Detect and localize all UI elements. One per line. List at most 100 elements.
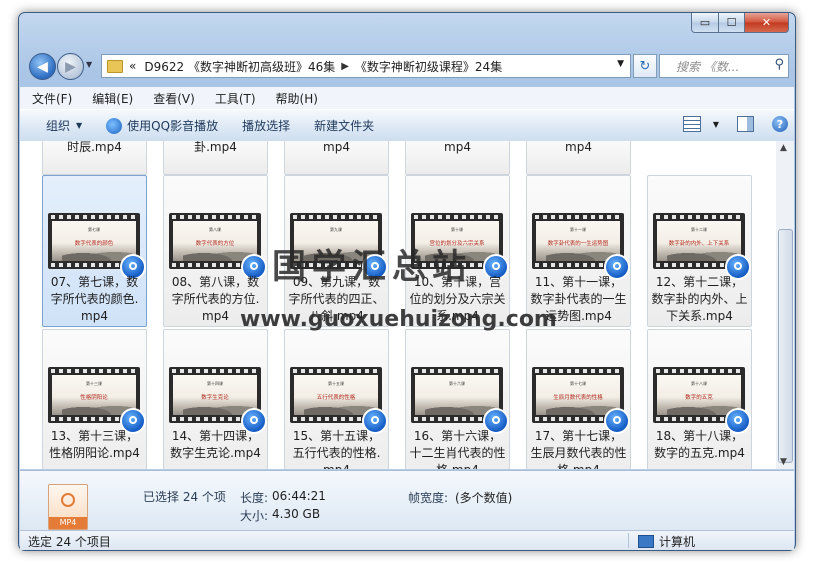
file-name: 时辰.mp4: [67, 141, 122, 154]
address-bar[interactable]: « D9622 《数字神断初高级班》46集 ▶ 《数字神断初级课程》24集 ▼: [101, 54, 631, 78]
video-frame: 第十三课 性格阴阳论: [52, 375, 136, 415]
scroll-down-icon[interactable]: ▼: [780, 457, 787, 467]
scrollbar-thumb[interactable]: [778, 229, 793, 463]
play-with-qq-button[interactable]: 使用QQ影音播放: [94, 117, 230, 134]
frame-width-value: (多个数值): [455, 491, 513, 505]
preview-pane-icon[interactable]: [737, 116, 754, 132]
play-with-qq-label: 使用QQ影音播放: [127, 119, 219, 133]
file-tile[interactable]: 第十五课五行代表的性格 15、第十五课，五行代表的性格.mp4: [284, 329, 389, 469]
frame-title: 数字代表的颜色: [74, 241, 114, 247]
frame-title: 性格阴阳论: [80, 395, 108, 401]
new-folder-button[interactable]: 新建文件夹: [302, 117, 386, 134]
back-arrow-icon: ◀: [37, 58, 48, 75]
frame-lesson: 第十课: [451, 227, 463, 232]
status-selection-text: 选定 24 个项目: [28, 535, 111, 549]
file-name: 07、第七课，数字所代表的颜色.mp4: [50, 275, 139, 323]
frame-lesson: 第七课: [88, 227, 100, 232]
frame-title: 数字的五克: [685, 395, 713, 401]
file-name: 18、第十八课，数字的五克.mp4: [654, 429, 745, 460]
scroll-up-icon[interactable]: ▲: [780, 143, 787, 153]
view-dropdown-icon[interactable]: ▼: [713, 120, 719, 129]
file-tile-partial[interactable]: mp4: [405, 141, 510, 175]
file-tile[interactable]: 第十六课 16、第十六课，十二生肖代表的性格.mp4: [405, 329, 510, 469]
status-divider: [628, 533, 629, 548]
video-frame: 第十五课 五行代表的性格: [294, 375, 378, 415]
menu-view[interactable]: 查看(V): [141, 90, 203, 107]
film-perforation: [656, 369, 742, 373]
file-tile-partial[interactable]: 时辰.mp4: [42, 141, 147, 175]
search-icon[interactable]: ⚲: [774, 57, 784, 72]
film-perforation: [535, 215, 621, 219]
length-label: 长度:: [240, 491, 269, 505]
film-perforation: [293, 369, 379, 373]
video-frame: 第十一课 数字卦代表的一生运势图: [536, 221, 620, 261]
organize-label: 组织: [46, 119, 71, 133]
file-tile-partial[interactable]: 卦.mp4: [163, 141, 268, 175]
menu-help[interactable]: 帮助(H): [264, 90, 326, 107]
frame-title: 数字卦的内外、上下关系: [668, 241, 730, 247]
file-tile[interactable]: 第十七课生辰月数代表的性格 17、第十七课，生辰月数代表的性格.mp4: [526, 329, 631, 469]
file-tile-partial[interactable]: mp4: [284, 141, 389, 175]
menu-edit[interactable]: 编辑(E): [80, 90, 141, 107]
minimize-button[interactable]: ▭: [691, 13, 719, 33]
status-location: 计算机: [638, 533, 695, 550]
file-tile-partial[interactable]: mp4: [526, 141, 631, 175]
file-tile[interactable]: 第十三课性格阴阳论 13、第十三课，性格阴阳论.mp4: [42, 329, 147, 469]
film-perforation: [535, 369, 621, 373]
view-options-icon[interactable]: [682, 116, 701, 132]
vertical-scrollbar[interactable]: ▲ ▼: [776, 141, 794, 469]
address-overflow-chevron[interactable]: «: [129, 59, 136, 73]
frame-lesson: 第十六课: [449, 381, 465, 386]
film-perforation: [172, 215, 258, 219]
size-label: 大小:: [240, 509, 269, 523]
status-location-label: 计算机: [659, 535, 696, 549]
file-tile[interactable]: 第十一课 数字卦代表的一生运势图 11、第十一课，数字卦代表的一生运势图.mp4: [526, 175, 631, 327]
folder-icon: [107, 59, 123, 73]
frame-width-label: 帧宽度:: [408, 491, 449, 505]
file-name: mp4: [323, 141, 350, 154]
navigation-bar: ◀ ▶ ▼ « D9622 《数字神断初高级班》46集 ▶ 《数字神断初级课程》…: [27, 52, 789, 80]
frame-title: 数字卦代表的一生运势图: [547, 241, 609, 247]
film-perforation: [414, 215, 500, 219]
chevron-down-icon: ▼: [76, 121, 83, 130]
file-tile[interactable]: 第十四课 数字生克论 14、第十四课，数字生克论.mp4: [163, 329, 268, 469]
play-selection-button[interactable]: 播放选择: [230, 117, 302, 134]
file-tile[interactable]: 第七课数字代表的颜色 07、第七课，数字所代表的颜色.mp4: [42, 175, 147, 327]
file-name: 13、第十三课，性格阴阳论.mp4: [49, 429, 140, 460]
watermark-text: 国学汇总站: [272, 247, 472, 287]
frame-lesson: 第十二课: [691, 227, 707, 232]
search-input[interactable]: 搜索 《数... ⚲: [659, 54, 789, 78]
maximize-button[interactable]: ☐: [719, 13, 745, 33]
organize-button[interactable]: 组织 ▼: [20, 117, 94, 134]
video-frame: 第十四课 数字生克论: [173, 375, 257, 415]
file-name: 卦.mp4: [194, 141, 237, 154]
file-tile[interactable]: 第八课 数字代表的方位 08、第八课，数字所代表的方位.mp4: [163, 175, 268, 327]
film-perforation: [172, 369, 258, 373]
frame-lesson: 第十三课: [86, 381, 102, 386]
help-icon[interactable]: ?: [772, 116, 788, 132]
breadcrumb-parent[interactable]: D9622 《数字神断初高级班》46集: [144, 58, 335, 75]
caption-buttons: ▭ ☐ ✕: [691, 13, 789, 33]
recent-pages-dropdown-icon[interactable]: ▼: [86, 60, 92, 69]
back-button[interactable]: ◀: [29, 53, 56, 80]
breadcrumb-separator-icon[interactable]: ▶: [341, 61, 349, 72]
explorer-window: ▭ ☐ ✕ ◀ ▶ ▼ « D9622 《数字神断初高级班》46集 ▶ 《数字神…: [18, 12, 796, 551]
film-perforation: [656, 215, 742, 219]
file-tile[interactable]: 第十八课 数字的五克 18、第十八课，数字的五克.mp4: [647, 329, 752, 469]
file-type-tag: MP4: [49, 517, 87, 529]
frame-lesson: 第十四课: [207, 381, 223, 386]
frame-lesson: 第九课: [330, 227, 342, 232]
menu-file[interactable]: 文件(F): [20, 90, 80, 107]
breadcrumb-current[interactable]: 《数字神断初级课程》24集: [355, 58, 502, 75]
file-name: 16、第十六课，十二生肖代表的性格.mp4: [409, 429, 506, 469]
video-frame: 第十六课: [415, 375, 499, 415]
forward-button[interactable]: ▶: [57, 53, 84, 80]
file-tile[interactable]: 第十二课 数字卦的内外、上下关系 12、第十二课，数字卦的内外、上下关系.mp4: [647, 175, 752, 327]
selected-count: 已选择 24 个项: [143, 490, 226, 504]
file-view[interactable]: 时辰.mp4 卦.mp4 mp4 mp4 mp4 第七课数字代表的颜色 07、第七课，数字所…: [20, 141, 776, 469]
close-button[interactable]: ✕: [745, 13, 789, 33]
menu-tools[interactable]: 工具(T): [203, 90, 264, 107]
address-dropdown-icon[interactable]: ▼: [617, 59, 624, 69]
film-perforation: [414, 369, 500, 373]
refresh-button[interactable]: ↻: [633, 54, 657, 78]
